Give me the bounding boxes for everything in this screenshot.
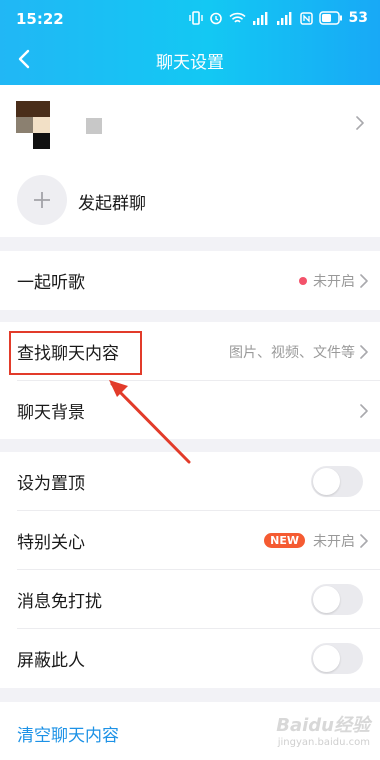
special-care-label: 特别关心 <box>17 533 85 553</box>
status-time: 15:22 <box>16 10 64 28</box>
special-care-row[interactable]: 特别关心 NEW 未开启 <box>0 511 380 570</box>
toggle-section: 设为置顶 特别关心 NEW 未开启 消息免打扰 屏蔽此人 <box>0 452 380 688</box>
watermark-logo: Baidu经验 <box>276 715 370 736</box>
profile-section: 发起群聊 <box>0 85 380 237</box>
page-title: 聊天设置 <box>156 53 224 73</box>
listen-together-label: 一起听歌 <box>17 273 85 293</box>
toggle-knob <box>313 586 340 613</box>
chat-background-row[interactable]: 聊天背景 <box>0 381 380 440</box>
signal-1-icon <box>252 11 267 25</box>
do-not-disturb-toggle[interactable] <box>311 584 363 615</box>
search-chat-hint-group: 图片、视频、文件等 <box>229 342 368 362</box>
avatar[interactable] <box>16 101 56 149</box>
do-not-disturb-label: 消息免打扰 <box>17 592 102 612</box>
chat-background-label: 聊天背景 <box>17 403 85 423</box>
chevron-right-icon <box>360 273 368 288</box>
nfc-icon <box>299 11 313 25</box>
toggle-knob <box>313 645 340 672</box>
special-care-status: 未开启 <box>313 533 355 550</box>
listen-together-row[interactable]: 一起听歌 未开启 <box>0 251 380 310</box>
avatar-image <box>16 101 50 149</box>
plus-icon <box>34 192 50 208</box>
clear-chat-button[interactable]: 清空聊天内容 <box>17 721 119 746</box>
battery-level: 53 <box>348 10 368 26</box>
watermark-url: jingyan.baidu.com <box>277 737 370 748</box>
chevron-right-icon <box>360 403 368 418</box>
signal-2-icon <box>276 11 291 25</box>
nickname-mosaic <box>86 118 102 134</box>
start-group-chat-label[interactable]: 发起群聊 <box>78 189 146 214</box>
new-badge: NEW <box>264 533 305 548</box>
chevron-right-icon <box>360 533 368 548</box>
special-care-status-group: NEW 未开启 <box>264 531 368 551</box>
block-user-row: 屏蔽此人 <box>0 629 380 688</box>
listen-section: 一起听歌 未开启 <box>0 251 380 310</box>
listen-together-status-group: 未开启 <box>299 271 368 291</box>
annotation-highlight-box <box>9 331 142 375</box>
block-user-label: 屏蔽此人 <box>17 651 85 671</box>
pin-to-top-toggle[interactable] <box>311 466 363 497</box>
do-not-disturb-row: 消息免打扰 <box>0 570 380 629</box>
pin-to-top-label: 设为置顶 <box>17 474 85 494</box>
watermark: Baidu经验 jingyan.baidu.com <box>276 711 370 748</box>
block-user-toggle[interactable] <box>311 643 363 674</box>
wifi-icon <box>228 12 246 23</box>
chat-background-arrow-group <box>359 403 368 418</box>
header-bar: 15:22 53 聊天设置 <box>0 0 380 85</box>
toggle-knob <box>313 468 340 495</box>
listen-together-status: 未开启 <box>313 273 355 290</box>
battery-icon <box>318 11 342 25</box>
status-icons: 53 <box>188 10 368 26</box>
vibrate-icon <box>188 11 203 25</box>
chevron-right-icon <box>360 344 368 359</box>
alarm-icon <box>209 12 222 25</box>
chevron-right-icon[interactable] <box>355 116 364 130</box>
status-dot <box>299 276 307 285</box>
add-member-button[interactable] <box>17 175 67 225</box>
search-chat-hint: 图片、视频、文件等 <box>229 344 355 361</box>
status-bar: 15:22 53 <box>0 0 380 38</box>
pin-to-top-row: 设为置顶 <box>0 452 380 511</box>
